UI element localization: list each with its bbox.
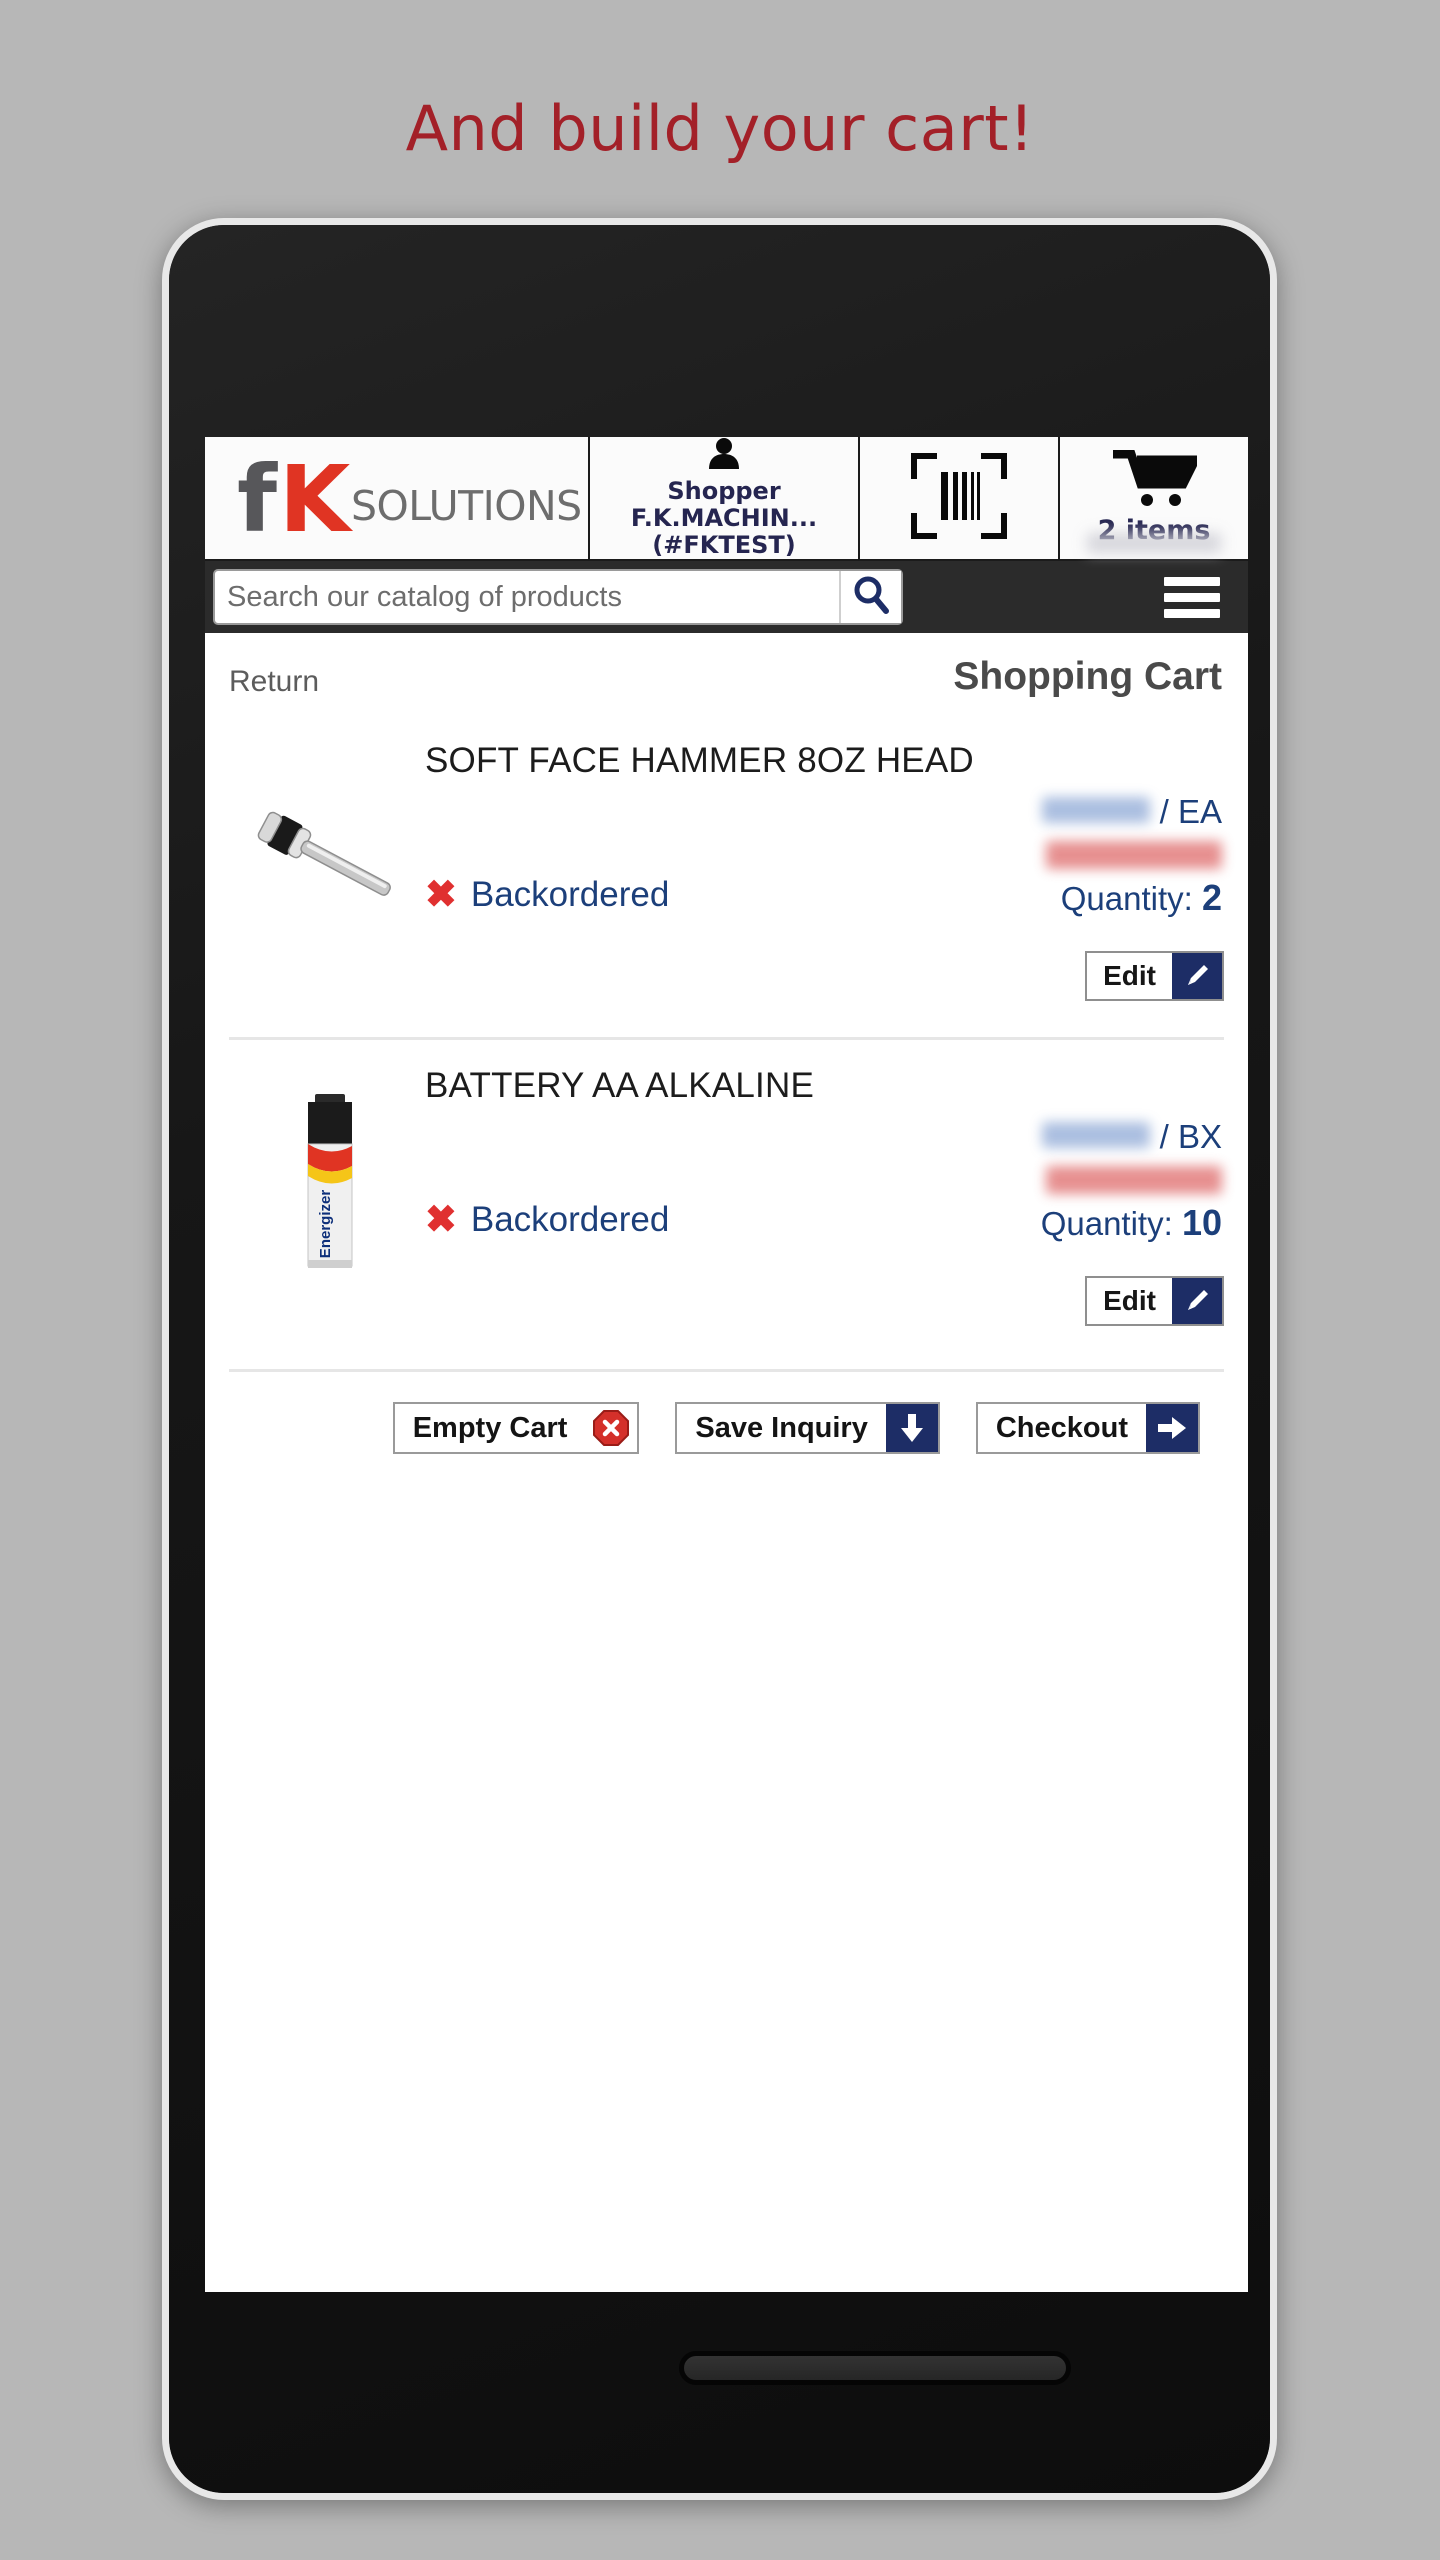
cart-item-uom: / EA <box>1159 793 1222 830</box>
cart-item-quantity: Quantity: 10 <box>1041 1202 1222 1244</box>
pencil-icon <box>1172 1278 1222 1324</box>
cart-redacted-total <box>1087 533 1221 553</box>
logo-wordmark: SOLUTIONS <box>351 482 582 530</box>
save-inquiry-label: Save Inquiry <box>695 1411 868 1444</box>
shopper-account-button[interactable]: Shopper F.K.MACHIN... (#FKTEST) <box>590 437 860 559</box>
edit-item-button[interactable]: Edit <box>1085 951 1224 1001</box>
shopper-name: F.K.MACHIN... <box>630 504 818 532</box>
search-input[interactable] <box>215 580 839 614</box>
cart-item-name[interactable]: BATTERY AA ALKALINE <box>425 1040 1224 1106</box>
cart-item-status: ✖ Backordered <box>425 875 669 915</box>
redacted-unit-price <box>1041 1122 1150 1148</box>
cart-item-row: SOFT FACE HAMMER 8OZ HEAD / EA ✖ Backord… <box>229 715 1224 1037</box>
hamburger-line-2 <box>1164 592 1220 602</box>
checkout-label: Checkout <box>995 1411 1128 1444</box>
cart-item-details: SOFT FACE HAMMER 8OZ HEAD / EA ✖ Backord… <box>425 715 1224 1015</box>
app-header: f K SOLUTIONS Shopper F.K.MACHIN... (#FK… <box>205 437 1248 561</box>
checkout-button[interactable]: Checkout <box>975 1402 1200 1454</box>
x-mark-icon: ✖ <box>425 1199 457 1241</box>
quantity-label: Quantity: <box>1040 1205 1173 1242</box>
barcode-scan-icon <box>909 450 1009 544</box>
redacted-unit-price <box>1041 797 1150 823</box>
hamburger-line-3 <box>1164 608 1220 618</box>
cart-item-list: SOFT FACE HAMMER 8OZ HEAD / EA ✖ Backord… <box>205 715 1248 1359</box>
logo-letter-f: f <box>237 446 278 553</box>
pencil-icon <box>1172 953 1222 999</box>
download-arrow-icon <box>885 1404 938 1452</box>
stop-x-icon <box>585 1404 638 1452</box>
cart-button[interactable]: 2 items <box>1060 437 1248 559</box>
svg-text:Energizer: Energizer <box>317 1190 334 1259</box>
shopper-label: Shopper <box>667 477 781 505</box>
edit-button-label: Edit <box>1103 1285 1156 1316</box>
hammer-image[interactable] <box>247 769 413 945</box>
cart-item-quantity: Quantity: 2 <box>1061 877 1222 919</box>
search-field-wrapper[interactable] <box>213 569 903 625</box>
barcode-scan-button[interactable] <box>860 437 1060 559</box>
cart-item-details: BATTERY AA ALKALINE / BX ✖ Backordered Q… <box>425 1040 1224 1340</box>
slide-headline: And build your cart! <box>405 92 1035 165</box>
cart-item-name[interactable]: SOFT FACE HAMMER 8OZ HEAD <box>425 715 1224 781</box>
edit-item-button[interactable]: Edit <box>1085 1276 1224 1326</box>
cart-item-unit-price: / BX <box>1041 1118 1222 1156</box>
save-inquiry-button[interactable]: Save Inquiry <box>675 1402 940 1454</box>
right-arrow-icon <box>1146 1404 1198 1452</box>
empty-cart-label: Empty Cart <box>412 1411 568 1444</box>
cart-item-status-label: Backordered <box>470 1200 670 1239</box>
search-submit-button[interactable] <box>839 571 901 623</box>
cart-actions: Empty Cart Save Inquiry Checkout <box>229 1369 1224 1454</box>
bottom-speaker <box>679 2351 1071 2385</box>
cart-item-unit-price: / EA <box>1041 793 1222 831</box>
return-link[interactable]: Return <box>229 665 319 699</box>
phone-device-frame: f K SOLUTIONS Shopper F.K.MACHIN... (#FK… <box>162 218 1277 2500</box>
page-title: Shopping Cart <box>953 655 1222 698</box>
hamburger-menu-icon[interactable] <box>1164 576 1220 618</box>
edit-button-label: Edit <box>1103 960 1156 991</box>
redacted-extended-price <box>1046 841 1222 869</box>
search-bar <box>205 561 1248 633</box>
hamburger-line-1 <box>1164 576 1220 586</box>
cart-item-uom: / BX <box>1159 1118 1222 1155</box>
quantity-value: 2 <box>1201 877 1222 918</box>
shopping-cart-icon <box>1111 449 1203 513</box>
logo-letter-k: K <box>279 446 351 553</box>
cart-item-status-label: Backordered <box>470 875 670 914</box>
quantity-value: 10 <box>1181 1202 1222 1243</box>
shopper-account: (#FKTEST) <box>652 531 796 559</box>
search-icon <box>853 576 889 619</box>
brand-logo[interactable]: f K SOLUTIONS <box>205 437 590 559</box>
redacted-extended-price <box>1046 1166 1222 1194</box>
x-mark-icon: ✖ <box>425 874 457 916</box>
phone-screen: f K SOLUTIONS Shopper F.K.MACHIN... (#FK… <box>205 437 1248 2292</box>
person-icon <box>707 437 741 475</box>
empty-cart-button[interactable]: Empty Cart <box>392 1402 640 1454</box>
cart-item-status: ✖ Backordered <box>425 1200 669 1240</box>
quantity-label: Quantity: <box>1060 880 1193 917</box>
battery-image[interactable]: Energizer <box>247 1094 413 1270</box>
cart-item-row: Energizer BATTERY AA ALKALINE / BX ✖ Bac… <box>229 1037 1224 1359</box>
page-header: Return Shopping Cart <box>205 633 1248 715</box>
fk-logo-mark: f K <box>237 446 350 553</box>
